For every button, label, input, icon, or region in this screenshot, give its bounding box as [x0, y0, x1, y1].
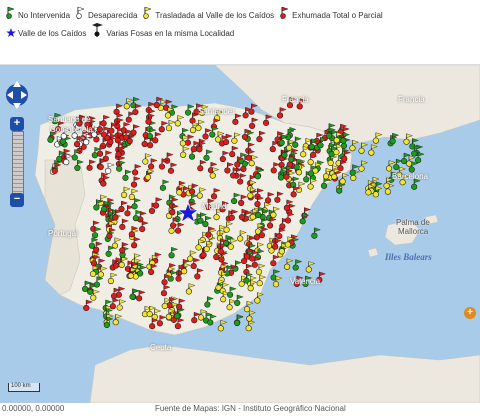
red-flag-marker-icon	[280, 6, 289, 19]
ibiza-island	[367, 247, 379, 258]
green-grave-marker[interactable]	[311, 227, 321, 239]
legend-row-1: No Intervenida Desaparecida Trasladada a…	[6, 6, 389, 20]
green-grave-marker[interactable]	[233, 314, 244, 327]
multi-flag-marker-icon	[92, 23, 104, 37]
yellow-grave-marker[interactable]	[358, 142, 369, 154]
map-viewport[interactable]: Francia Francia Portugal Santander Santi…	[0, 64, 480, 403]
legend-item-valle: Valle de los Caídos	[6, 24, 86, 38]
yellow-grave-marker[interactable]	[217, 320, 228, 332]
legend-item-trasladada: Trasladada al Valle de los Caídos	[143, 6, 274, 20]
yellow-grave-marker[interactable]	[305, 261, 316, 273]
legend-label: Varias Fosas en la misma Localidad	[106, 29, 235, 38]
legend-item-varias-fosas: Varias Fosas en la misma Localidad	[92, 22, 234, 38]
place-label-ceuta: Ceuta	[150, 343, 172, 352]
place-label-illes-balears: Illes Balears	[385, 252, 432, 262]
map-source-attribution: Fuente de Mapas: IGN - Instituto Geográf…	[155, 404, 346, 413]
yellow-grave-marker[interactable]	[245, 319, 256, 332]
legend-label: No Intervenida	[18, 11, 71, 20]
legend-item-exhumada: Exhumada Total o Parcial	[280, 6, 383, 20]
legend-label: Exhumada Total o Parcial	[292, 11, 383, 20]
legend-item-no-intervenida: No Intervenida	[6, 6, 70, 20]
green-grave-marker[interactable]	[336, 182, 346, 194]
place-label-francia: Francia	[282, 95, 309, 104]
yellow-flag-marker-icon	[143, 6, 153, 19]
place-label-santander: Santander	[198, 107, 235, 116]
scale-bar: 100 km	[8, 383, 40, 392]
map-navigation-control: + −	[4, 75, 30, 267]
green-grave-marker[interactable]	[349, 164, 360, 176]
africa-land	[89, 344, 480, 403]
place-label-mallorca: Mallorca	[398, 227, 429, 236]
yellow-grave-marker[interactable]	[358, 160, 369, 172]
pan-control[interactable]	[4, 75, 30, 115]
blue-star-icon	[6, 28, 16, 37]
white-flag-marker-icon	[76, 6, 85, 19]
place-label-santiago: Santiago de	[48, 115, 91, 124]
legend-row-2: Valle de los Caídos Varias Fosas en la m…	[6, 22, 240, 38]
place-label-compostela: Compostela	[50, 125, 93, 134]
green-flag-marker-icon	[6, 6, 15, 19]
zoom-slider[interactable]: + −	[10, 117, 24, 207]
yellow-grave-marker[interactable]	[368, 144, 378, 156]
zoom-track[interactable]	[12, 131, 24, 195]
place-label-palma: Palma de	[396, 218, 430, 227]
place-label-valencia: Valencia	[290, 277, 321, 286]
legend-label: Desaparecida	[88, 11, 138, 20]
place-label-madrid: Madrid	[202, 202, 227, 211]
legend-label: Trasladada al Valle de los Caídos	[155, 11, 275, 20]
legend-item-desaparecida: Desaparecida	[76, 6, 137, 20]
yellow-grave-marker[interactable]	[283, 258, 294, 270]
legend-label: Valle de los Caídos	[18, 29, 87, 38]
map-footer: 0.00000, 0.00000 Fuente de Mapas: IGN - …	[0, 402, 480, 416]
place-label-barcelona: Barcelona	[392, 172, 429, 181]
pan-up-icon[interactable]	[13, 81, 21, 87]
zoom-out-button[interactable]: −	[10, 193, 24, 207]
place-label-francia: Francia	[398, 95, 425, 104]
cursor-coordinates: 0.00000, 0.00000	[2, 404, 65, 413]
yellow-grave-marker[interactable]	[246, 310, 256, 322]
pan-down-icon[interactable]	[13, 103, 21, 109]
legend: No Intervenida Desaparecida Trasladada a…	[0, 0, 480, 62]
zoom-in-button[interactable]: +	[10, 117, 24, 131]
expand-panel-button[interactable]: +	[464, 307, 476, 319]
yellow-grave-marker[interactable]	[349, 139, 360, 152]
place-label-portugal: Portugal	[48, 229, 78, 238]
green-grave-marker[interactable]	[292, 259, 303, 271]
